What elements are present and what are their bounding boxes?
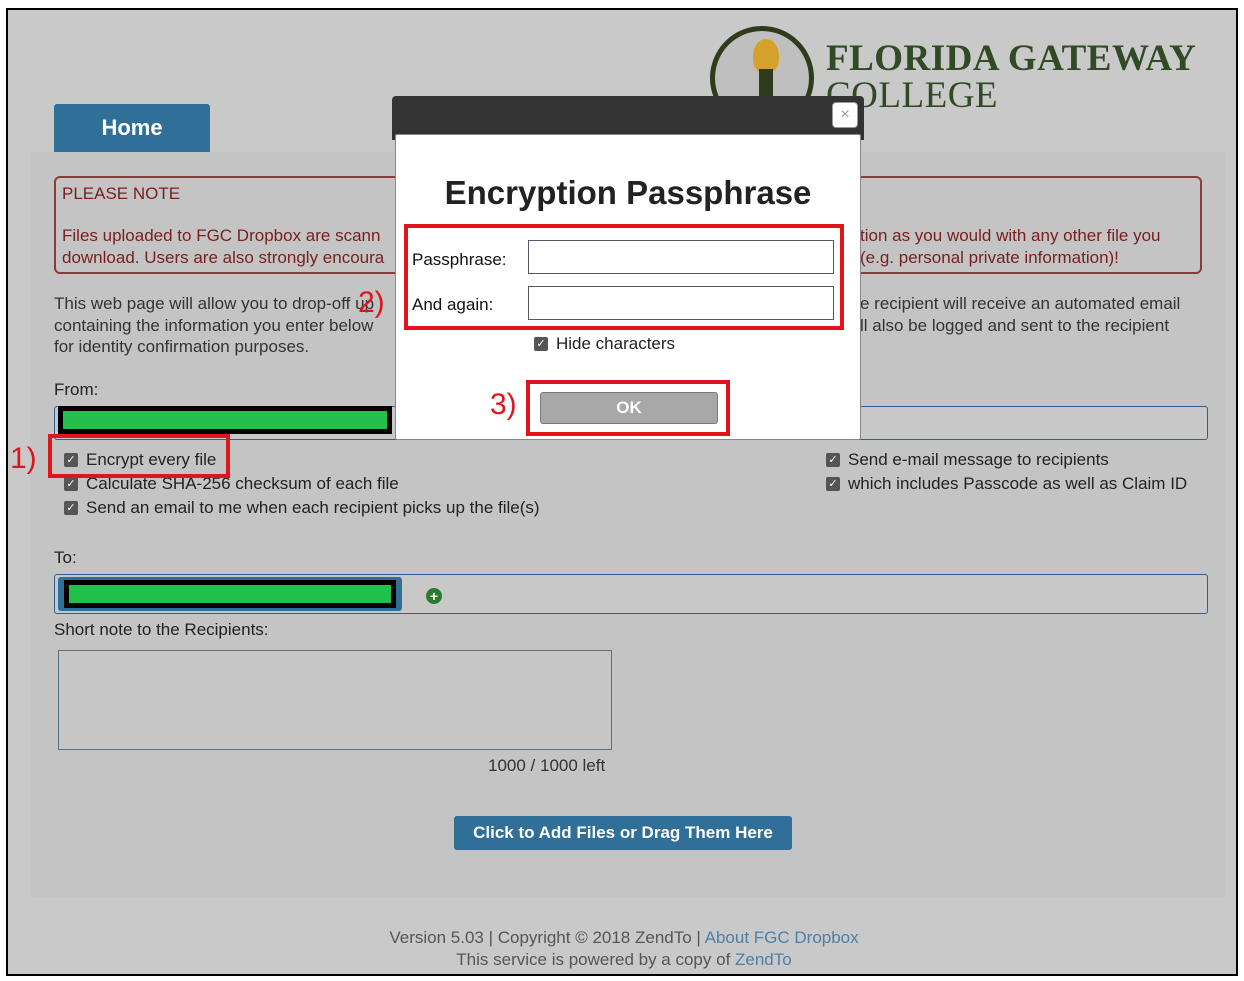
notice-title: PLEASE NOTE	[62, 184, 181, 203]
footer-line-2: This service is powered by a copy of Zen…	[8, 950, 1236, 970]
notice-text-right-2: (e.g. personal private information)!	[860, 248, 1119, 267]
torch-flame-icon	[753, 39, 779, 73]
college-logo: FLORIDA GATEWAY COLLEGE	[826, 40, 1196, 114]
note-label: Short note to the Recipients:	[54, 620, 269, 639]
notice-text-left-1: Files uploaded to FGC Dropbox are scann	[62, 226, 381, 245]
annotation-box-1	[48, 434, 230, 478]
hide-characters-option[interactable]: ✓ Hide characters	[534, 334, 675, 354]
checkbox-checked-icon[interactable]: ✓	[534, 337, 548, 351]
to-redaction	[64, 580, 396, 608]
from-redaction	[58, 406, 392, 434]
intro-text-left-1: This web page will allow you to drop-off…	[54, 294, 375, 313]
option-include-passcode[interactable]: ✓ which includes Passcode as well as Cla…	[826, 474, 1187, 494]
option-send-email[interactable]: ✓ Send e-mail message to recipients	[826, 450, 1109, 470]
notice-text-left-2: download. Users are also strongly encour…	[62, 248, 385, 267]
footer-powered: This service is powered by a copy of	[456, 950, 736, 969]
annotation-label-1: 1)	[10, 442, 37, 475]
checkbox-checked-icon[interactable]: ✓	[826, 453, 840, 467]
intro-text-left-2: containing the information you enter bel…	[54, 316, 374, 335]
checkbox-checked-icon[interactable]: ✓	[64, 477, 78, 491]
screenshot-frame: FLORIDA GATEWAY COLLEGE Home PLEASE NOTE…	[6, 8, 1238, 976]
footer-line-1: Version 5.03 | Copyright © 2018 ZendTo |…	[8, 928, 1236, 948]
intro-text-right-2: ll also be logged and sent to the recipi…	[860, 316, 1170, 335]
tab-home[interactable]: Home	[54, 104, 210, 152]
intro-text-right-1: e recipient will receive an automated em…	[860, 294, 1181, 313]
logo-line2: COLLEGE	[826, 75, 999, 116]
option-pickup-email-label: Send an email to me when each recipient …	[86, 498, 540, 517]
logo-line1: FLORIDA GATEWAY	[826, 38, 1197, 79]
to-label: To:	[54, 548, 77, 567]
annotation-label-3: 3)	[490, 388, 517, 421]
recipient-note-textarea[interactable]	[58, 650, 612, 750]
option-pickup-email[interactable]: ✓ Send an email to me when each recipien…	[64, 498, 540, 518]
modal-title: Encryption Passphrase	[444, 174, 812, 211]
annotation-label-2: 2)	[358, 286, 385, 319]
annotation-box-2	[404, 224, 844, 330]
from-label: From:	[54, 380, 99, 399]
plus-circle-icon[interactable]: +	[426, 588, 442, 604]
intro-text-left-3: for identity confirmation purposes.	[54, 337, 310, 356]
annotation-box-3	[526, 380, 730, 436]
add-files-button[interactable]: Click to Add Files or Drag Them Here	[454, 816, 792, 850]
notice-text-right-1: tion as you would with any other file yo…	[860, 226, 1161, 245]
zendto-link[interactable]: ZendTo	[735, 950, 792, 969]
hide-characters-label: Hide characters	[556, 334, 676, 353]
about-link[interactable]: About FGC Dropbox	[705, 928, 859, 947]
option-send-email-label: Send e-mail message to recipients	[848, 450, 1109, 469]
character-counter: 1000 / 1000 left	[488, 756, 606, 775]
checkbox-checked-icon[interactable]: ✓	[826, 477, 840, 491]
footer-version: Version 5.03 | Copyright © 2018 ZendTo |	[389, 928, 705, 947]
close-icon[interactable]: ×	[832, 102, 858, 128]
checkbox-checked-icon[interactable]: ✓	[64, 501, 78, 515]
option-include-passcode-label: which includes Passcode as well as Claim…	[848, 474, 1188, 493]
